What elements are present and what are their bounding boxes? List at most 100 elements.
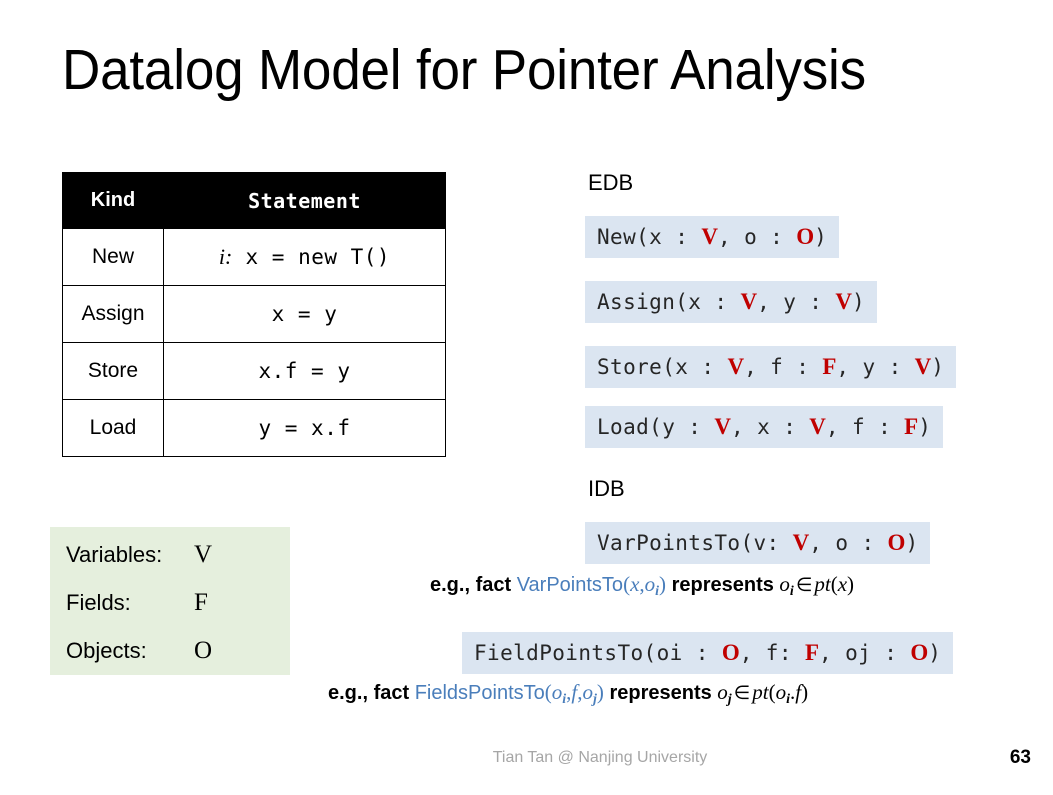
- example-element-base: o: [717, 680, 728, 704]
- table-row: Store x.f = y: [62, 342, 446, 400]
- cell-statement: x = y: [163, 285, 446, 343]
- cell-statement: x.f = y: [163, 342, 446, 400]
- cell-statement: i: x = new T(): [163, 228, 446, 286]
- predicate-text: Assign(x :: [597, 290, 741, 314]
- edb-section-label: EDB: [588, 170, 634, 195]
- cell-kind: Load: [62, 399, 164, 457]
- predicate-text: ): [928, 641, 942, 665]
- statement-table: Kind Statement New i: x = new T() Assign…: [62, 172, 446, 457]
- legend-label: Fields:: [66, 590, 131, 615]
- example-middle-text: represents: [603, 682, 718, 704]
- predicate-text: VarPointsTo(v:: [597, 531, 793, 555]
- page-number: 63: [1009, 747, 1031, 768]
- example-paren-close: ): [596, 680, 604, 704]
- type-symbol: V: [714, 414, 732, 439]
- type-symbol: F: [904, 414, 919, 439]
- predicate-text: , f:: [739, 641, 805, 665]
- predicate-text: ): [918, 415, 932, 439]
- predicate-text: ): [931, 355, 945, 379]
- example-fn-paren-open: (: [830, 572, 838, 596]
- example-varpointsto: e.g., fact VarPointsTo(x,oi) represents …: [430, 572, 854, 600]
- type-symbol: O: [796, 224, 815, 249]
- example-fn-arg-base: o: [775, 680, 787, 704]
- type-symbol: F: [804, 640, 819, 665]
- predicate-text: , oj :: [819, 641, 911, 665]
- predicate-text: Store(x :: [597, 355, 728, 379]
- page-title: Datalog Model for Pointer Analysis: [62, 38, 866, 102]
- example-arg1: x: [630, 572, 640, 596]
- table-header-row: Kind Statement: [62, 172, 446, 229]
- predicate-signature: VarPointsTo(v: V, o : O): [585, 522, 931, 564]
- legend-symbol: V: [194, 541, 213, 568]
- legend-symbol: O: [194, 637, 213, 664]
- predicate-text: ): [814, 225, 828, 249]
- example-fieldpointsto: e.g., fact FieldsPointsTo(oi,f,oj) repre…: [328, 680, 808, 708]
- example-prefix: e.g., fact: [328, 682, 415, 704]
- legend-label: Objects:: [66, 638, 147, 663]
- legend-box: Variables: V Fields: F Objects: O: [50, 527, 290, 675]
- predicate-text: , o :: [717, 225, 797, 249]
- type-symbol: V: [727, 354, 745, 379]
- predicate-text: , y :: [836, 355, 915, 379]
- example-arg3-base: o: [582, 680, 594, 704]
- element-of-icon: ∈: [795, 574, 813, 596]
- type-symbol: O: [887, 530, 906, 555]
- predicate-text: FieldPointsTo(oi :: [474, 641, 722, 665]
- table-row: Assign x = y: [62, 285, 446, 343]
- example-fn-arg: x: [837, 572, 848, 596]
- statement-index: i:: [218, 244, 233, 269]
- table-row: Load y = x.f: [62, 399, 446, 457]
- idb-section-label: IDB: [588, 476, 625, 501]
- predicate-load: Load(y : V, x : V, f : F): [585, 406, 944, 448]
- predicate-text: , y :: [757, 290, 836, 314]
- statement-code: x = new T(): [232, 245, 391, 269]
- legend-symbol: F: [194, 589, 208, 616]
- example-prefix: e.g., fact: [430, 574, 517, 596]
- example-arg1-base: o: [551, 680, 563, 704]
- example-predicate-name: FieldsPointsTo: [414, 682, 545, 704]
- type-symbol: V: [914, 354, 932, 379]
- table-row: New i: x = new T(): [62, 228, 446, 286]
- predicate-text: ): [852, 290, 866, 314]
- predicate-text: ): [905, 531, 919, 555]
- predicate-store: Store(x : V, f : F, y : V): [585, 346, 957, 388]
- predicate-fieldpointsto: FieldPointsTo(oi : O, f: F, oj : O): [462, 632, 954, 674]
- predicate-text: New(x :: [597, 225, 702, 249]
- predicate-varpointsto: VarPointsTo(v: V, o : O): [585, 522, 931, 564]
- type-symbol: V: [740, 289, 758, 314]
- example-middle-text: represents: [666, 574, 780, 596]
- example-arg2-base: o: [644, 572, 656, 596]
- predicate-new: New(x : V, o : O): [585, 216, 840, 258]
- example-predicate-name: VarPointsTo: [516, 574, 624, 596]
- example-paren-open: (: [544, 680, 552, 704]
- predicate-assign: Assign(x : V, y : V): [585, 281, 878, 323]
- predicate-signature: FieldPointsTo(oi : O, f: F, oj : O): [462, 632, 954, 674]
- predicate-text: , o :: [809, 531, 888, 555]
- legend-label: Variables:: [66, 542, 163, 567]
- predicate-text: , f :: [825, 415, 905, 439]
- predicate-signature: Load(y : V, x : V, f : F): [585, 406, 944, 448]
- type-symbol: O: [721, 640, 740, 665]
- example-paren-open: (: [623, 572, 631, 596]
- predicate-signature: Assign(x : V, y : V): [585, 281, 878, 323]
- example-fn-name: pt: [814, 572, 831, 596]
- legend-row-objects: Objects: O: [66, 627, 281, 675]
- type-symbol: F: [822, 354, 837, 379]
- column-header-statement: Statement: [163, 172, 446, 229]
- type-symbol: O: [910, 640, 929, 665]
- example-paren-close: ): [659, 572, 667, 596]
- cell-kind: Store: [62, 342, 164, 400]
- example-fn-paren-close: ): [847, 572, 855, 596]
- type-symbol: V: [809, 414, 826, 439]
- legend-row-fields: Fields: F: [66, 579, 281, 627]
- predicate-text: Load(y :: [597, 415, 715, 439]
- example-element-base: o: [779, 572, 790, 596]
- legend-row-variables: Variables: V: [66, 531, 281, 579]
- predicate-text: , f :: [744, 355, 823, 379]
- column-header-kind: Kind: [62, 172, 164, 229]
- predicate-signature: Store(x : V, f : F, y : V): [585, 346, 957, 388]
- type-symbol: V: [835, 289, 852, 314]
- footer-credit: Tian Tan @ Nanjing University: [492, 749, 708, 766]
- element-of-icon: ∈: [733, 682, 751, 704]
- cell-statement: y = x.f: [163, 399, 446, 457]
